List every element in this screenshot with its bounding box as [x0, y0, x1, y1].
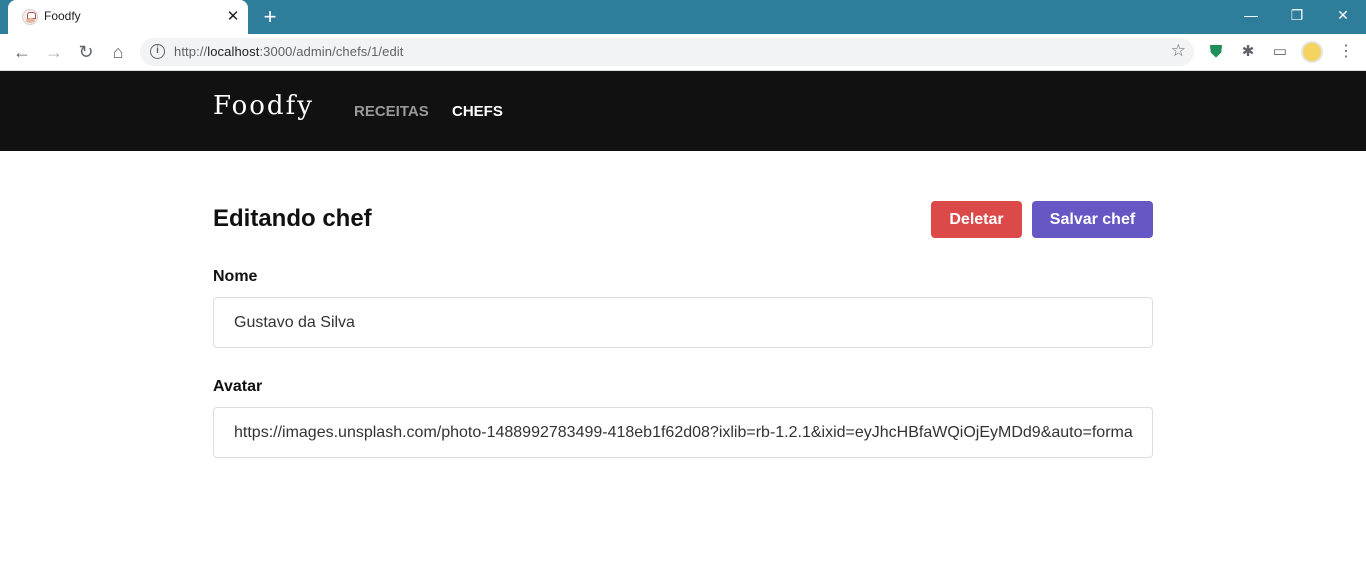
avatar-label: Avatar [213, 378, 263, 395]
delete-button[interactable]: Deletar [931, 201, 1022, 238]
restore-icon[interactable]: ❐ [1274, 0, 1320, 30]
url-path: :3000/admin/chefs/1/edit [259, 44, 404, 59]
browser-toolbar: ← → ↻ ⌂ i http://localhost:3000/admin/ch… [0, 34, 1366, 71]
home-icon[interactable]: ⌂ [104, 38, 132, 66]
window-close-icon[interactable]: ✕ [1320, 0, 1366, 30]
name-field[interactable]: Gustavo da Silva [213, 297, 1153, 348]
url-text: http://localhost:3000/admin/chefs/1/edit [174, 44, 404, 59]
url-host: localhost [207, 44, 260, 59]
save-chef-button[interactable]: Salvar chef [1032, 201, 1153, 238]
forward-arrow-icon[interactable]: → [40, 38, 68, 66]
info-icon[interactable]: i [150, 44, 165, 59]
avatar-url-field[interactable]: https://images.unsplash.com/photo-148899… [213, 407, 1153, 458]
shield-extension-icon[interactable]: ⛊ [1204, 40, 1228, 64]
page-title: Editando chef [213, 205, 372, 232]
tab-title: Foodfy [44, 9, 81, 23]
browser-tabbar: Foodfy ✕ + — ❐ ✕ [0, 0, 1366, 34]
minimize-icon[interactable]: — [1228, 0, 1274, 30]
new-tab-button[interactable]: + [258, 5, 282, 29]
url-scheme: http:// [174, 44, 208, 59]
browser-tab[interactable]: Foodfy ✕ [8, 0, 248, 34]
site-header: Foodfy Receitas Chefs [0, 71, 1366, 151]
name-label: Nome [213, 268, 258, 285]
chef-favicon-icon [22, 9, 38, 25]
close-icon[interactable]: ✕ [224, 8, 242, 26]
address-bar[interactable]: i http://localhost:3000/admin/chefs/1/ed… [140, 38, 1194, 66]
back-arrow-icon[interactable]: ← [8, 38, 36, 66]
nav-link-receitas[interactable]: Receitas [354, 103, 429, 120]
kebab-menu-icon[interactable]: ⋮ [1336, 40, 1356, 64]
reload-icon[interactable]: ↻ [72, 38, 100, 66]
bookmark-star-icon[interactable]: ☆ [1171, 41, 1186, 61]
profile-avatar-icon[interactable] [1301, 41, 1323, 63]
nav-link-chefs[interactable]: Chefs [452, 103, 503, 120]
puzzle-extension-icon[interactable]: ✱ [1236, 40, 1260, 64]
cast-icon[interactable]: ▭ [1268, 40, 1292, 64]
site-logo[interactable]: Foodfy [213, 91, 314, 121]
